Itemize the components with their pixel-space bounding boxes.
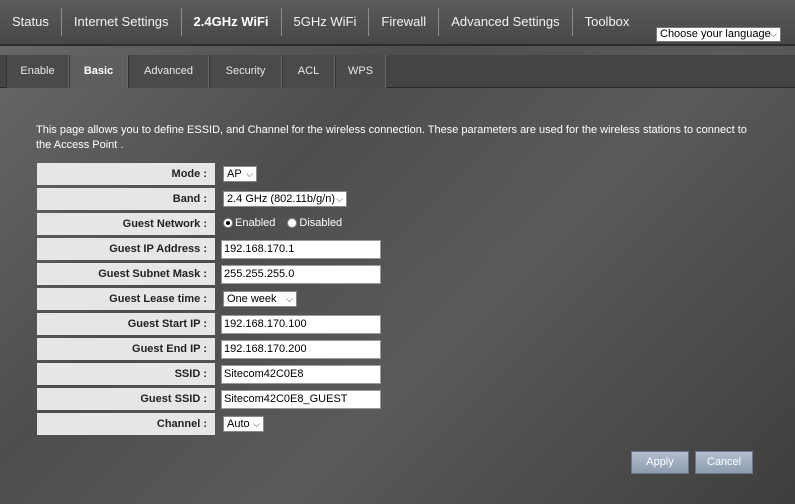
tab-wps[interactable]: WPS <box>335 55 386 88</box>
mode-value: AP <box>227 168 242 180</box>
guest-lease-label: Guest Lease time : <box>37 288 215 310</box>
guest-network-enabled-radio[interactable] <box>223 218 233 228</box>
guest-end-ip-input[interactable]: 192.168.170.200 <box>221 340 381 359</box>
guest-ssid-input[interactable]: Sitecom42C0E8_GUEST <box>221 390 381 409</box>
chevron-down-icon: ⌵ <box>253 419 260 429</box>
band-select[interactable]: 2.4 GHz (802.11b/g/n) ⌵ <box>223 191 347 207</box>
language-select[interactable]: Choose your language ⌵ <box>656 27 781 42</box>
mode-select[interactable]: AP ⌵ <box>223 166 257 182</box>
guest-ip-label: Guest IP Address : <box>37 238 215 260</box>
form-row-ssid: SSID : Sitecom42C0E8 <box>37 363 757 385</box>
tab-enable[interactable]: Enable <box>6 55 69 88</box>
chevron-down-icon: ⌵ <box>286 294 293 304</box>
language-select-value: Choose your language <box>660 28 771 40</box>
form-row-mode: Mode : AP ⌵ <box>37 163 757 185</box>
top-nav: Status Internet Settings 2.4GHz WiFi 5GH… <box>0 0 795 46</box>
nav-status[interactable]: Status <box>0 8 62 36</box>
top-nav-items: Status Internet Settings 2.4GHz WiFi 5GH… <box>0 8 641 36</box>
guest-lease-select[interactable]: One week ⌵ <box>223 291 297 307</box>
form-row-guest-start-ip: Guest Start IP : 192.168.170.100 <box>37 313 757 335</box>
chevron-down-icon: ⌵ <box>336 194 343 204</box>
ssid-input[interactable]: Sitecom42C0E8 <box>221 365 381 384</box>
channel-value: Auto <box>227 418 250 430</box>
guest-network-disabled-radio[interactable] <box>287 218 298 228</box>
sub-tabs: Enable Basic Advanced Security ACL WPS <box>0 55 795 88</box>
chevron-down-icon: ⌵ <box>770 29 777 39</box>
band-value: 2.4 GHz (802.11b/g/n) <box>227 193 336 205</box>
form-row-guest-network: Guest Network : Enabled Disabled <box>37 213 757 235</box>
form-row-channel: Channel : Auto ⌵ <box>37 413 757 435</box>
guest-end-ip-label: Guest End IP : <box>37 338 215 360</box>
form-row-guest-end-ip: Guest End IP : 192.168.170.200 <box>37 338 757 360</box>
form-row-guest-ip: Guest IP Address : 192.168.170.1 <box>37 238 757 260</box>
page-description: This page allows you to define ESSID, an… <box>36 124 747 151</box>
guest-start-ip-label: Guest Start IP : <box>37 313 215 335</box>
nav-advanced-settings[interactable]: Advanced Settings <box>439 8 573 36</box>
guest-network-label: Guest Network : <box>37 213 215 235</box>
guest-subnet-input[interactable]: 255.255.255.0 <box>221 265 381 284</box>
cancel-button[interactable]: Cancel <box>695 451 753 474</box>
channel-select[interactable]: Auto ⌵ <box>223 416 264 432</box>
guest-network-disabled-label: Disabled <box>299 217 343 229</box>
nav-firewall[interactable]: Firewall <box>369 8 440 36</box>
tab-security[interactable]: Security <box>209 55 282 88</box>
apply-button[interactable]: Apply <box>631 451 689 474</box>
chevron-down-icon: ⌵ <box>246 169 253 179</box>
guest-subnet-label: Guest Subnet Mask : <box>37 263 215 285</box>
ssid-label: SSID : <box>37 363 215 385</box>
nav-internet-settings[interactable]: Internet Settings <box>62 8 182 36</box>
tab-advanced[interactable]: Advanced <box>128 55 209 88</box>
guest-network-enabled-label: Enabled <box>235 217 276 229</box>
form-row-guest-subnet: Guest Subnet Mask : 255.255.255.0 <box>37 263 757 285</box>
band-label: Band : <box>37 188 215 210</box>
guest-ssid-label: Guest SSID : <box>37 388 215 410</box>
nav-24ghz-wifi[interactable]: 2.4GHz WiFi <box>182 8 282 36</box>
guest-network-radio-group: Enabled Disabled <box>223 217 354 229</box>
channel-label: Channel : <box>37 413 215 435</box>
guest-start-ip-input[interactable]: 192.168.170.100 <box>221 315 381 334</box>
mode-label: Mode : <box>37 163 215 185</box>
nav-5ghz-wifi[interactable]: 5GHz WiFi <box>282 8 370 36</box>
tab-acl[interactable]: ACL <box>282 55 335 88</box>
guest-lease-value: One week <box>227 293 277 305</box>
tab-basic[interactable]: Basic <box>69 55 128 88</box>
guest-ip-input[interactable]: 192.168.170.1 <box>221 240 381 259</box>
form-row-guest-lease: Guest Lease time : One week ⌵ <box>37 288 757 310</box>
form-row-guest-ssid: Guest SSID : Sitecom42C0E8_GUEST <box>37 388 757 410</box>
nav-toolbox[interactable]: Toolbox <box>573 8 642 36</box>
form-row-band: Band : 2.4 GHz (802.11b/g/n) ⌵ <box>37 188 757 210</box>
